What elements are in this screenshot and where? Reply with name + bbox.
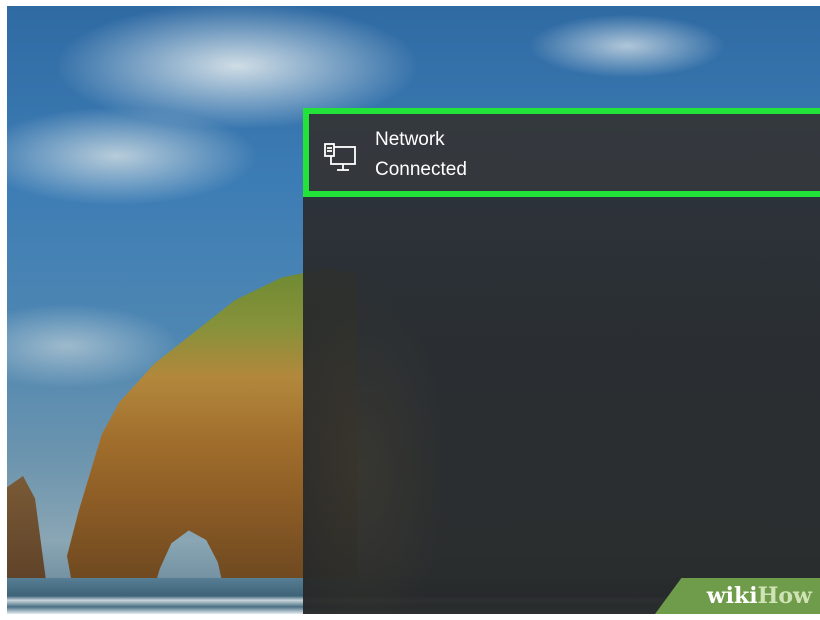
desktop-frame: Network Connected wiki How (7, 6, 820, 614)
network-status-tile[interactable]: Network Connected (303, 108, 820, 197)
watermark-wiki: wiki (706, 583, 758, 609)
watermark-how: How (757, 583, 812, 609)
desktop-network-icon (324, 142, 360, 174)
network-status: Connected (375, 159, 467, 180)
action-center-panel: Network Connected (303, 108, 820, 614)
wikihow-watermark: wiki How (655, 578, 820, 614)
network-title: Network (375, 129, 445, 150)
